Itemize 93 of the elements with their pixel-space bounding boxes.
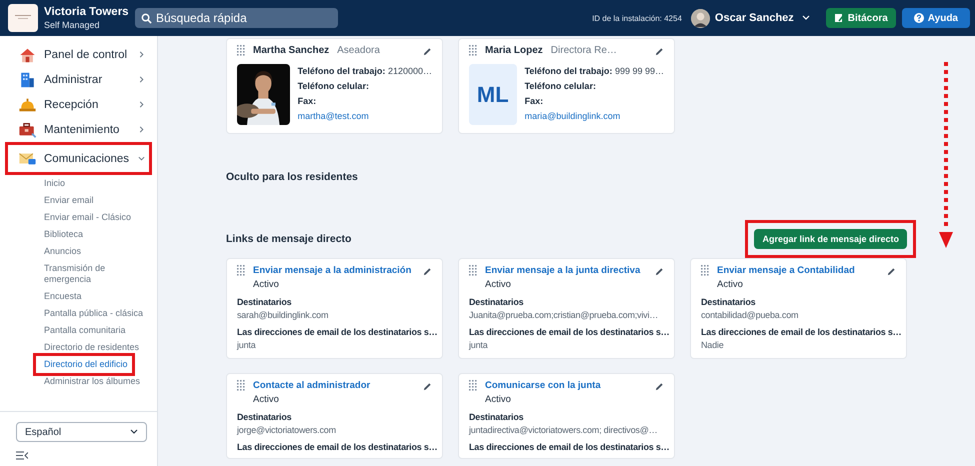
fax-label: Fax: [298, 96, 318, 106]
contact-name: Martha Sanchez [253, 45, 330, 56]
toolbox-icon [18, 120, 37, 138]
sidebar-item[interactable]: Mantenimiento [8, 120, 149, 139]
work-phone: Teléfono del trabajo: 999 99 99… [524, 66, 664, 76]
collapse-menu-icon[interactable] [16, 451, 28, 460]
recipients-value: jorge@victoriatowers.com [237, 425, 336, 435]
mobile-phone-label: Teléfono celular: [524, 81, 597, 91]
site-title: Victoria Towers [44, 6, 130, 18]
note-value: Nadie [701, 340, 724, 350]
log-button[interactable]: Bitácora [826, 8, 896, 28]
submenu-item[interactable]: Directorio del edificio [36, 356, 132, 373]
contact-name: Maria Lopez [485, 45, 543, 56]
sidebar-item[interactable]: Panel de control [8, 45, 149, 64]
drag-handle-icon[interactable] [469, 265, 477, 276]
drag-handle-icon[interactable] [237, 380, 245, 391]
recipients-value: juntadirectiva@victoriatowers.com; directivos@… [469, 425, 658, 435]
submenu-item[interactable]: Pantalla comunitaria [36, 322, 130, 339]
recipients-label: Destinatarios [237, 412, 292, 422]
work-phone: Teléfono del trabajo: 2120000… [298, 66, 432, 76]
recipients-label: Destinatarios [469, 297, 524, 307]
pencil-icon[interactable] [423, 382, 432, 391]
link-status: Activo [253, 394, 280, 405]
fax-label: Fax: [524, 96, 544, 106]
initials-avatar: ML [469, 64, 517, 125]
notepad-icon [834, 13, 844, 23]
submenu-item[interactable]: Biblioteca [36, 226, 88, 243]
contact-role: Aseadora [337, 45, 380, 56]
drag-handle-icon[interactable] [237, 265, 245, 276]
submenu-item[interactable]: Pantalla pública - clásica [36, 305, 148, 322]
link-status: Activo [253, 279, 280, 290]
installation-id: ID de la instalación: 4254 [592, 14, 682, 22]
search-icon [141, 13, 152, 24]
add-link-button[interactable]: Agregar link de mensaje directo [754, 229, 907, 249]
pencil-icon[interactable] [887, 267, 896, 276]
note-value: junta [237, 340, 256, 350]
recipients-value: sarah@buildinglink.com [237, 310, 328, 320]
note-label: Las direcciones de email de los destinatarios s… [469, 327, 670, 337]
language-select[interactable]: Español [16, 422, 147, 442]
email-link[interactable]: martha@test.com [298, 111, 432, 121]
link-title[interactable]: Enviar mensaje a Contabilidad [717, 265, 855, 276]
bell-icon [18, 96, 37, 114]
submenu-item[interactable]: Enviar email [36, 192, 98, 209]
note-label: Las direcciones de email de los destinatarios s… [237, 442, 438, 452]
link-status: Activo [485, 279, 512, 290]
avatar-icon[interactable] [690, 8, 710, 28]
pencil-icon[interactable] [655, 382, 664, 391]
email-link[interactable]: maria@buildinglink.com [524, 111, 664, 121]
link-title[interactable]: Enviar mensaje a la junta directiva [485, 265, 640, 276]
building-icon [18, 70, 37, 88]
recipients-label: Destinatarios [469, 412, 524, 422]
contact-role: Directora Re… [550, 45, 617, 56]
note-value: junta [469, 340, 488, 350]
pencil-icon[interactable] [423, 267, 432, 276]
recipients-value: contabilidad@pueba.com [701, 310, 798, 320]
pencil-icon[interactable] [655, 47, 664, 56]
search-field[interactable]: Búsqueda rápida [135, 8, 338, 28]
submenu-item[interactable]: Anuncios [36, 243, 86, 260]
pencil-icon[interactable] [423, 47, 432, 56]
submenu-item[interactable]: Enviar email - Clásico [36, 209, 136, 226]
note-label: Las direcciones de email de los destinatarios s… [701, 327, 902, 337]
submenu-item[interactable]: Administrar los álbumes [36, 373, 144, 390]
link-title[interactable]: Enviar mensaje a la administración [253, 265, 412, 276]
help-icon [914, 13, 924, 23]
link-title[interactable]: Contacte al administrador [253, 380, 370, 391]
help-button[interactable]: Ayuda [902, 8, 970, 28]
section-heading: Links de mensaje directo [226, 233, 352, 245]
drag-handle-icon[interactable] [701, 265, 709, 276]
link-status: Activo [485, 394, 512, 405]
drag-handle-icon[interactable] [469, 45, 477, 56]
recipients-label: Destinatarios [237, 297, 292, 307]
caret-icon [130, 429, 138, 435]
link-status: Activo [717, 279, 744, 290]
site-subtitle: Self Managed [44, 20, 101, 30]
note-label: Las direcciones de email de los destinatarios s… [237, 327, 438, 337]
recipients-value: Juanita@prueba.com;cristian@prueba.com;vivi… [469, 310, 658, 320]
submenu-item[interactable]: Directorio de residentes [36, 339, 144, 356]
submenu-item[interactable]: Transmisión de emergencia [36, 260, 154, 288]
section-heading: Oculto para los residentes [226, 171, 359, 183]
sidebar-item[interactable]: Recepción [8, 95, 149, 114]
pencil-icon[interactable] [655, 267, 664, 276]
sidebar-item[interactable]: Comunicaciones [8, 145, 149, 172]
link-title[interactable]: Comunicarse con la junta [485, 380, 601, 391]
sidebar-item[interactable]: Administrar [8, 70, 149, 89]
note-label: Las direcciones de email de los destinatarios s… [469, 442, 670, 452]
submenu-item[interactable]: Inicio [36, 175, 70, 192]
drag-handle-icon[interactable] [469, 380, 477, 391]
submenu-item[interactable]: Encuesta [36, 288, 86, 305]
recipients-label: Destinatarios [701, 297, 756, 307]
mobile-phone-label: Teléfono celular: [298, 81, 370, 91]
caret-icon[interactable] [802, 15, 810, 21]
user-name[interactable]: Oscar Sanchez [714, 12, 794, 24]
drag-handle-icon[interactable] [237, 45, 245, 56]
